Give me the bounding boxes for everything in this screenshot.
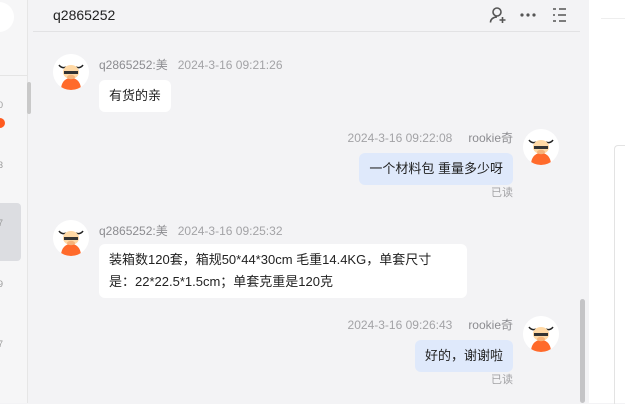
add-contact-icon[interactable]	[489, 6, 507, 24]
message-meta: 2024-3-16 09:22:08 rookie奇	[348, 129, 513, 146]
divider	[0, 75, 27, 76]
side-panel	[589, 0, 625, 404]
message-time: 2024-3-16 09:25:32	[177, 224, 283, 238]
cow-avatar-icon	[523, 129, 559, 165]
chat-header: q2865252	[33, 0, 580, 32]
message-bubble[interactable]: 好的，谢谢啦	[414, 340, 513, 372]
sender-name: rookie奇	[468, 318, 513, 332]
list-item-count: 7	[0, 339, 4, 349]
list-icon[interactable]	[550, 6, 568, 24]
message-meta: 2024-3-16 09:26:43 rookie奇	[348, 316, 513, 333]
avatar[interactable]	[53, 220, 89, 256]
list-scrollbar[interactable]	[27, 82, 31, 114]
message-meta: q2865252:美 2024-3-16 09:25:32	[99, 222, 283, 239]
message-time: 2024-3-16 09:26:43	[347, 318, 453, 332]
cow-avatar-icon	[523, 316, 559, 352]
list-item-count: 9	[0, 279, 4, 289]
unread-badge	[0, 118, 5, 128]
list-item-count: 0	[0, 100, 4, 110]
sender-name: q2865252:美	[99, 58, 168, 72]
chat-scrollbar[interactable]	[580, 299, 585, 403]
sender-name: rookie奇	[468, 131, 513, 145]
avatar[interactable]	[523, 129, 559, 165]
message-bubble[interactable]: 装箱数120套，箱规50*44*30cm 毛重14.4KG，单套尺寸是：22*2…	[99, 244, 467, 298]
list-item-selected[interactable]	[0, 203, 21, 261]
message-bubble[interactable]: 有货的亲	[99, 80, 172, 112]
search-pill[interactable]	[0, 2, 14, 32]
read-status: 已读	[491, 374, 513, 386]
more-icon[interactable]	[519, 6, 537, 24]
message-time: 2024-3-16 09:21:26	[177, 58, 283, 72]
chat-title: q2865252	[53, 7, 116, 23]
conversation-list: 0 3 7 9 7	[0, 0, 31, 403]
list-item-count: 7	[0, 218, 4, 228]
divider	[601, 18, 625, 19]
message-bubble[interactable]: 一个材料包 重量多少呀	[359, 153, 513, 185]
avatar[interactable]	[53, 54, 89, 90]
message-meta: q2865252:美 2024-3-16 09:21:26	[99, 56, 283, 73]
message-time: 2024-3-16 09:22:08	[347, 131, 453, 145]
cow-avatar-icon	[53, 54, 89, 90]
sender-name: q2865252:美	[99, 224, 168, 238]
read-status: 已读	[491, 187, 513, 199]
avatar[interactable]	[523, 316, 559, 352]
cow-avatar-icon	[53, 220, 89, 256]
side-card	[614, 145, 625, 404]
message-list: q2865252:美 2024-3-16 09:21:26 有货的亲 2024-3…	[33, 32, 580, 403]
list-item-count: 3	[0, 160, 4, 170]
